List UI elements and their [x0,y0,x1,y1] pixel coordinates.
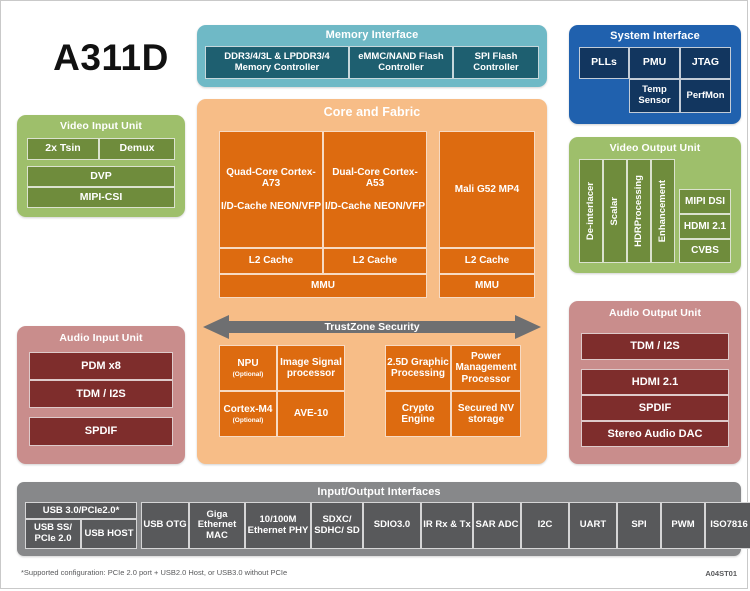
trustzone-security-arrow: TrustZone Security [203,313,541,341]
io-block-i2c[interactable]: I2C [521,502,569,549]
audio-output-block-stereo-dac[interactable]: Stereo Audio DAC [581,421,729,447]
video-output-block-cvbs[interactable]: CVBS [679,239,731,263]
double-arrow-icon [203,315,541,339]
io-block-usb-otg[interactable]: USB OTG [141,502,189,549]
io-block-sdxc-sdhc-sd[interactable]: SDXC/ SDHC/ SD [311,502,363,549]
audio-output-unit-panel: Audio Output Unit TDM / I2S HDMI 2.1 SPD… [569,301,741,464]
accelerator-secured-nv[interactable]: Secured NV storage [451,391,521,437]
memory-block-ddr[interactable]: DDR3/4/3L & LPDDR3/4 Memory Controller [205,46,349,79]
cpu-a53-core: Dual-Core Cortex-A53 [332,167,418,190]
audio-input-block-tdm-i2s[interactable]: TDM / I2S [29,380,173,408]
io-block-ethernet-phy[interactable]: 10/100M Ethernet PHY [245,502,311,549]
accelerator-npu[interactable]: NPU (Optional) [219,345,277,391]
audio-input-block-pdm[interactable]: PDM x8 [29,352,173,380]
system-interface-panel: System Interface PLLs PMU JTAG Temp Sens… [569,25,741,124]
io-block-sdio3[interactable]: SDIO3.0 [363,502,421,549]
accelerator-isp[interactable]: Image Signal processor [277,345,345,391]
memory-interface-title: Memory Interface [325,29,419,41]
audio-output-block-spdif[interactable]: SPDIF [581,395,729,421]
io-block-sar-adc[interactable]: SAR ADC [473,502,521,549]
io-block-ir[interactable]: IR Rx & Tx [421,502,473,549]
io-block-usb-host[interactable]: USB HOST [81,519,137,549]
cpu-a53-l2-cache[interactable]: L2 Cache [323,248,427,274]
cpu-a73-l2-cache[interactable]: L2 Cache [219,248,323,274]
io-interfaces-title: Input/Output Interfaces [317,486,441,498]
system-interface-title: System Interface [610,30,700,42]
memory-block-spi-flash[interactable]: SPI Flash Controller [453,46,539,79]
system-block-jtag[interactable]: JTAG [680,47,731,79]
memory-interface-panel: Memory Interface DDR3/4/3L & LPDDR3/4 Me… [197,25,547,87]
io-interfaces-panel: Input/Output Interfaces USB 3.0/PCIe2.0*… [17,482,750,556]
video-output-block-hdrprocessing[interactable]: HDRProcessing [627,159,651,263]
io-block-pwm[interactable]: PWM [661,502,705,549]
io-block-spi[interactable]: SPI [617,502,661,549]
accelerator-cortex-m4-label: Cortex-M4 [223,403,273,415]
video-output-unit-panel: Video Output Unit De-interlacer Scalar H… [569,137,741,273]
system-block-temp-sensor[interactable]: Temp Sensor [629,79,680,113]
video-input-unit-panel: Video Input Unit 2x Tsin Demux DVP MIPI-… [17,115,185,217]
cpu-cluster-a53-label: Dual-Core Cortex-A53 I/D-Cache NEON/VFP [324,167,426,212]
system-block-perfmon[interactable]: PerfMon [680,79,731,113]
cpu-cluster-a73[interactable]: Quad-Core Cortex-A73 I/D-Cache NEON/VFP [219,131,323,248]
diagram-canvas: A311D Memory Interface DDR3/4/3L & LPDDR… [0,0,750,589]
gpu-mali[interactable]: Mali G52 MP4 [439,131,535,248]
gpu-mmu[interactable]: MMU [439,274,535,298]
audio-input-unit-panel: Audio Input Unit PDM x8 TDM / I2S SPDIF [17,326,185,464]
audio-output-block-hdmi[interactable]: HDMI 2.1 [581,369,729,395]
memory-block-emmc[interactable]: eMMC/NAND Flash Controller [349,46,453,79]
video-output-unit-title: Video Output Unit [609,142,701,154]
io-block-usb-ss-pcie[interactable]: USB SS/ PCIe 2.0 [25,519,81,549]
video-output-label-enhancement: Enhancement [656,179,668,243]
footnote-text: *Supported configuration: PCIe 2.0 port … [21,567,288,577]
audio-input-block-spdif[interactable]: SPDIF [29,417,173,446]
chip-title: A311D [53,37,169,78]
video-output-label-hdrprocessing: HDRProcessing [632,175,644,247]
system-block-plls[interactable]: PLLs [579,47,629,79]
accelerator-crypto-engine[interactable]: Crypto Engine [385,391,451,437]
accelerator-ave10[interactable]: AVE-10 [277,391,345,437]
video-output-block-deinterlacer[interactable]: De-interlacer [579,159,603,263]
accelerator-cortex-m4[interactable]: Cortex-M4 (Optional) [219,391,277,437]
cpu-cluster-a73-label: Quad-Core Cortex-A73 I/D-Cache NEON/VFP [220,167,322,212]
accelerator-2d-graphics[interactable]: 2.5D Graphic Processing [385,345,451,391]
io-block-iso7816[interactable]: ISO7816 [705,502,750,549]
audio-output-unit-title: Audio Output Unit [608,307,702,319]
video-output-block-enhancement[interactable]: Enhancement [651,159,675,263]
accelerator-npu-label: NPU [237,357,259,369]
system-block-pmu[interactable]: PMU [629,47,680,79]
video-output-block-hdmi[interactable]: HDMI 2.1 [679,214,731,239]
video-input-unit-title: Video Input Unit [60,120,142,132]
accelerator-npu-note: (Optional) [232,370,264,378]
video-output-block-mipi-dsi[interactable]: MIPI DSI [679,189,731,214]
video-input-block-mipi-csi[interactable]: MIPI-CSI [27,187,175,208]
cpu-mmu[interactable]: MMU [219,274,427,298]
video-input-block-dvp[interactable]: DVP [27,166,175,187]
cpu-cluster-a53[interactable]: Dual-Core Cortex-A53 I/D-Cache NEON/VFP [323,131,427,248]
audio-input-unit-title: Audio Input Unit [59,332,143,344]
io-block-uart[interactable]: UART [569,502,617,549]
accelerator-cortex-m4-text: Cortex-M4 (Optional) [224,404,273,424]
document-code: A04ST01 [705,568,737,578]
core-and-fabric-panel: Core and Fabric Quad-Core Cortex-A73 I/D… [197,99,547,464]
cpu-a73-core: Quad-Core Cortex-A73 [226,167,316,190]
core-and-fabric-title: Core and Fabric [323,105,421,119]
cpu-a73-features: I/D-Cache NEON/VFP [220,200,322,212]
accelerator-cortex-m4-note: (Optional) [232,416,264,424]
cpu-a53-features: I/D-Cache NEON/VFP [324,200,426,212]
audio-output-block-tdm-i2s[interactable]: TDM / I2S [581,333,729,360]
video-input-block-demux[interactable]: Demux [99,138,175,160]
io-block-giga-ethernet-mac[interactable]: Giga Ethernet MAC [189,502,245,549]
video-output-label-deinterlacer: De-interlacer [584,181,596,241]
video-output-block-scalar[interactable]: Scalar [603,159,627,263]
video-output-label-scalar: Scalar [608,196,620,226]
accelerator-npu-text: NPU (Optional) [233,358,264,378]
video-input-block-tsin[interactable]: 2x Tsin [27,138,99,160]
accelerator-power-management[interactable]: Power Management Processor [451,345,521,391]
io-usb-group-header: USB 3.0/PCIe2.0* [25,502,137,519]
gpu-l2-cache[interactable]: L2 Cache [439,248,535,274]
